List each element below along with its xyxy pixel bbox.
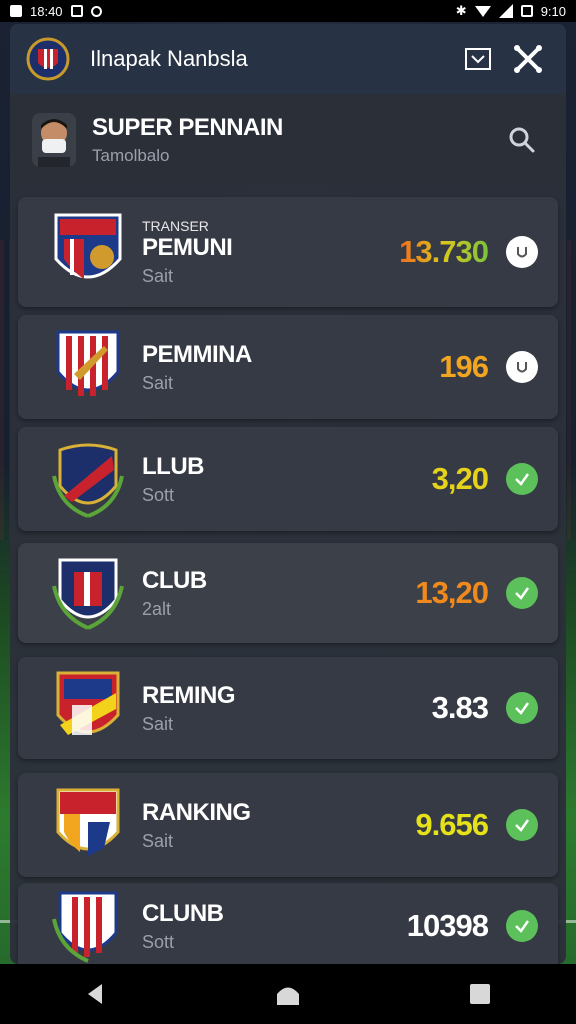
check-icon[interactable] xyxy=(506,463,538,495)
list-item[interactable]: CLUB 2alt 13,20 xyxy=(18,543,558,643)
club-crest-icon xyxy=(26,37,70,81)
home-button[interactable] xyxy=(258,964,318,1024)
dropdown-box-icon xyxy=(465,48,491,70)
battery-icon xyxy=(520,5,533,17)
row-title: RANKING xyxy=(142,798,251,826)
list-item[interactable]: PEMMINA Sait 196 xyxy=(18,315,558,419)
list-item[interactable]: REMING Sait 3.83 xyxy=(18,657,558,759)
row-subtitle: Sait xyxy=(142,713,174,734)
close-button[interactable] xyxy=(506,37,550,81)
search-icon xyxy=(509,127,535,153)
system-navigation-bar xyxy=(0,964,576,1024)
row-subtitle: Sott xyxy=(142,931,175,952)
check-icon[interactable] xyxy=(506,809,538,841)
club-badge-icon xyxy=(52,443,124,518)
row-value: 196 xyxy=(439,349,489,384)
list-item[interactable]: TRANSER PEMUNI Sait 13.730 xyxy=(18,197,558,307)
notification-icon xyxy=(10,5,22,17)
row-subtitle: 2alt xyxy=(142,598,172,619)
club-badge-icon xyxy=(52,558,124,630)
avatar xyxy=(32,113,76,167)
row-title: LLUB xyxy=(142,452,204,480)
row-value: 3.83 xyxy=(431,690,489,725)
wifi-icon xyxy=(474,6,491,17)
row-title: REMING xyxy=(142,681,235,709)
pending-icon[interactable] xyxy=(506,236,538,268)
recents-button[interactable] xyxy=(450,964,510,1024)
profile-name: SUPER PENNAIN xyxy=(92,114,283,141)
club-badge-icon xyxy=(56,671,120,735)
gear-icon: ✱ xyxy=(455,3,467,18)
check-icon[interactable] xyxy=(506,692,538,724)
row-subtitle: Sait xyxy=(142,830,174,851)
row-subtitle: Sait xyxy=(142,372,174,393)
row-value: 9.656 xyxy=(415,807,489,842)
row-title: PEMUNI xyxy=(142,233,233,261)
back-icon xyxy=(88,984,102,1004)
pending-icon[interactable] xyxy=(506,351,538,383)
row-title: PEMMINA xyxy=(142,340,252,368)
header-title: Ilnapak Nanbsla xyxy=(90,46,248,71)
row-value: 3,20 xyxy=(431,461,489,496)
signal-icon xyxy=(498,4,513,18)
status-time: 18:40 xyxy=(30,3,63,19)
profile-subtitle: Tamolbalo xyxy=(92,146,170,165)
check-icon[interactable] xyxy=(506,910,538,942)
row-subtitle: Sait xyxy=(142,265,174,286)
list-item[interactable]: RANKING Sait 9.656 xyxy=(18,773,558,877)
home-icon xyxy=(277,987,299,1005)
status-bar: 18:40 ✱ 9:10 xyxy=(0,0,576,22)
close-icon xyxy=(514,45,542,73)
club-badge-icon xyxy=(56,330,120,396)
row-kicker: TRANSER xyxy=(142,217,209,234)
list-item[interactable]: CLUNB Sott 10398 xyxy=(18,883,558,969)
row-title: CLUB xyxy=(142,566,207,594)
dropdown-button[interactable] xyxy=(456,37,500,81)
header: Ilnapak Nanbsla xyxy=(10,24,566,94)
row-value: 13,20 xyxy=(415,575,489,610)
club-badge-icon xyxy=(56,788,120,856)
app-icon xyxy=(70,5,83,17)
club-badge-icon xyxy=(52,891,118,963)
status-right-time: 9:10 xyxy=(540,3,566,19)
row-value: 13.730 xyxy=(399,234,489,269)
row-subtitle: Sott xyxy=(142,484,175,505)
recents-icon xyxy=(470,984,490,1004)
back-button[interactable] xyxy=(66,964,126,1024)
check-icon[interactable] xyxy=(506,577,538,609)
search-button[interactable] xyxy=(500,118,544,162)
sync-icon xyxy=(90,5,102,17)
list-item[interactable]: LLUB Sott 3,20 xyxy=(18,427,558,531)
club-badge-icon xyxy=(54,213,122,279)
row-value: 10398 xyxy=(406,908,489,943)
row-title: CLUNB xyxy=(142,899,224,927)
profile-row[interactable]: SUPER PENNAIN Tamolbalo xyxy=(10,94,566,186)
